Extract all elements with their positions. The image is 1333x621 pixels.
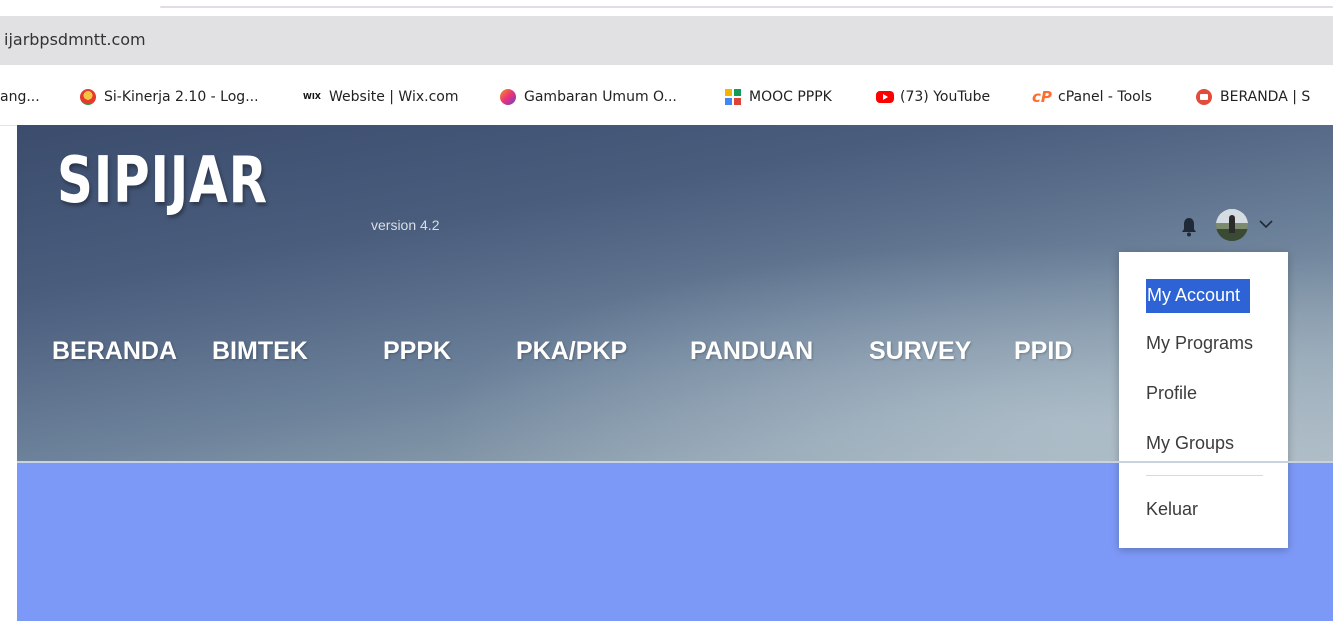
bookmark-label: ang...: [0, 89, 40, 105]
page-content: SIPIJAR version 4.2 BERANDA BIMTEK PPPK …: [17, 125, 1333, 621]
beranda-icon: [1196, 89, 1212, 105]
bookmark-label: Gambaran Umum O...: [524, 89, 677, 105]
bookmark-item[interactable]: cP cPanel - Tools: [1032, 87, 1152, 107]
menu-divider: [1146, 475, 1263, 476]
version-label: version 4.2: [371, 217, 440, 233]
bookmark-label: Website | Wix.com: [329, 89, 459, 105]
site-logo[interactable]: SIPIJAR: [57, 149, 268, 213]
bookmark-item[interactable]: BERANDA | S: [1196, 87, 1310, 107]
chevron-down-icon[interactable]: [1257, 217, 1275, 231]
nav-pppk[interactable]: PPPK: [383, 337, 451, 366]
tab-edge: [160, 6, 1333, 8]
menu-item-profile[interactable]: Profile: [1146, 383, 1197, 404]
menu-item-my-groups[interactable]: My Groups: [1146, 433, 1234, 454]
bookmark-item[interactable]: Gambaran Umum O...: [500, 87, 677, 107]
bookmark-label: BERANDA | S: [1220, 89, 1311, 105]
bell-icon[interactable]: [1181, 217, 1197, 237]
nav-panduan[interactable]: PANDUAN: [690, 337, 813, 366]
nav-ppid[interactable]: PPID: [1014, 337, 1072, 366]
bookmark-label: (73) YouTube: [900, 89, 991, 105]
sikinerja-icon: [80, 89, 96, 105]
nav-survey[interactable]: SURVEY: [869, 337, 971, 366]
window-top-strip: [0, 0, 1333, 16]
youtube-icon: [876, 89, 894, 105]
bookmark-label: Si-Kinerja 2.10 - Log...: [104, 89, 259, 105]
bookmark-item[interactable]: MOOC PPPK: [725, 87, 832, 107]
bookmark-item[interactable]: Si-Kinerja 2.10 - Log...: [80, 87, 259, 107]
bookmark-label: cPanel - Tools: [1058, 89, 1152, 105]
nav-beranda[interactable]: BERANDA: [52, 337, 177, 366]
moodle-icon: [500, 89, 516, 105]
bookmark-item[interactable]: ang...: [0, 87, 40, 107]
bookmark-item[interactable]: WIX Website | Wix.com: [303, 87, 459, 107]
address-bar[interactable]: ijarbpsdmntt.com: [0, 16, 1333, 65]
menu-item-my-account[interactable]: My Account: [1146, 279, 1250, 313]
hero-header: SIPIJAR version 4.2 BERANDA BIMTEK PPPK …: [17, 125, 1333, 548]
bookmark-item[interactable]: (73) YouTube: [876, 87, 990, 107]
menu-item-logout[interactable]: Keluar: [1146, 499, 1198, 520]
nav-bimtek[interactable]: BIMTEK: [212, 337, 308, 366]
bookmarks-bar: ang... Si-Kinerja 2.10 - Log... WIX Webs…: [0, 65, 1333, 126]
wix-icon: WIX: [303, 92, 321, 101]
mooc-icon: [725, 89, 741, 105]
url-text[interactable]: ijarbpsdmntt.com: [4, 30, 146, 49]
nav-pka-pkp[interactable]: PKA/PKP: [516, 337, 627, 366]
bookmark-label: MOOC PPPK: [749, 89, 832, 105]
user-dropdown-menu: My Account My Programs Profile My Groups…: [1119, 252, 1288, 548]
avatar[interactable]: [1216, 209, 1248, 241]
cpanel-icon: cP: [1032, 88, 1052, 106]
menu-item-my-programs[interactable]: My Programs: [1146, 333, 1253, 354]
